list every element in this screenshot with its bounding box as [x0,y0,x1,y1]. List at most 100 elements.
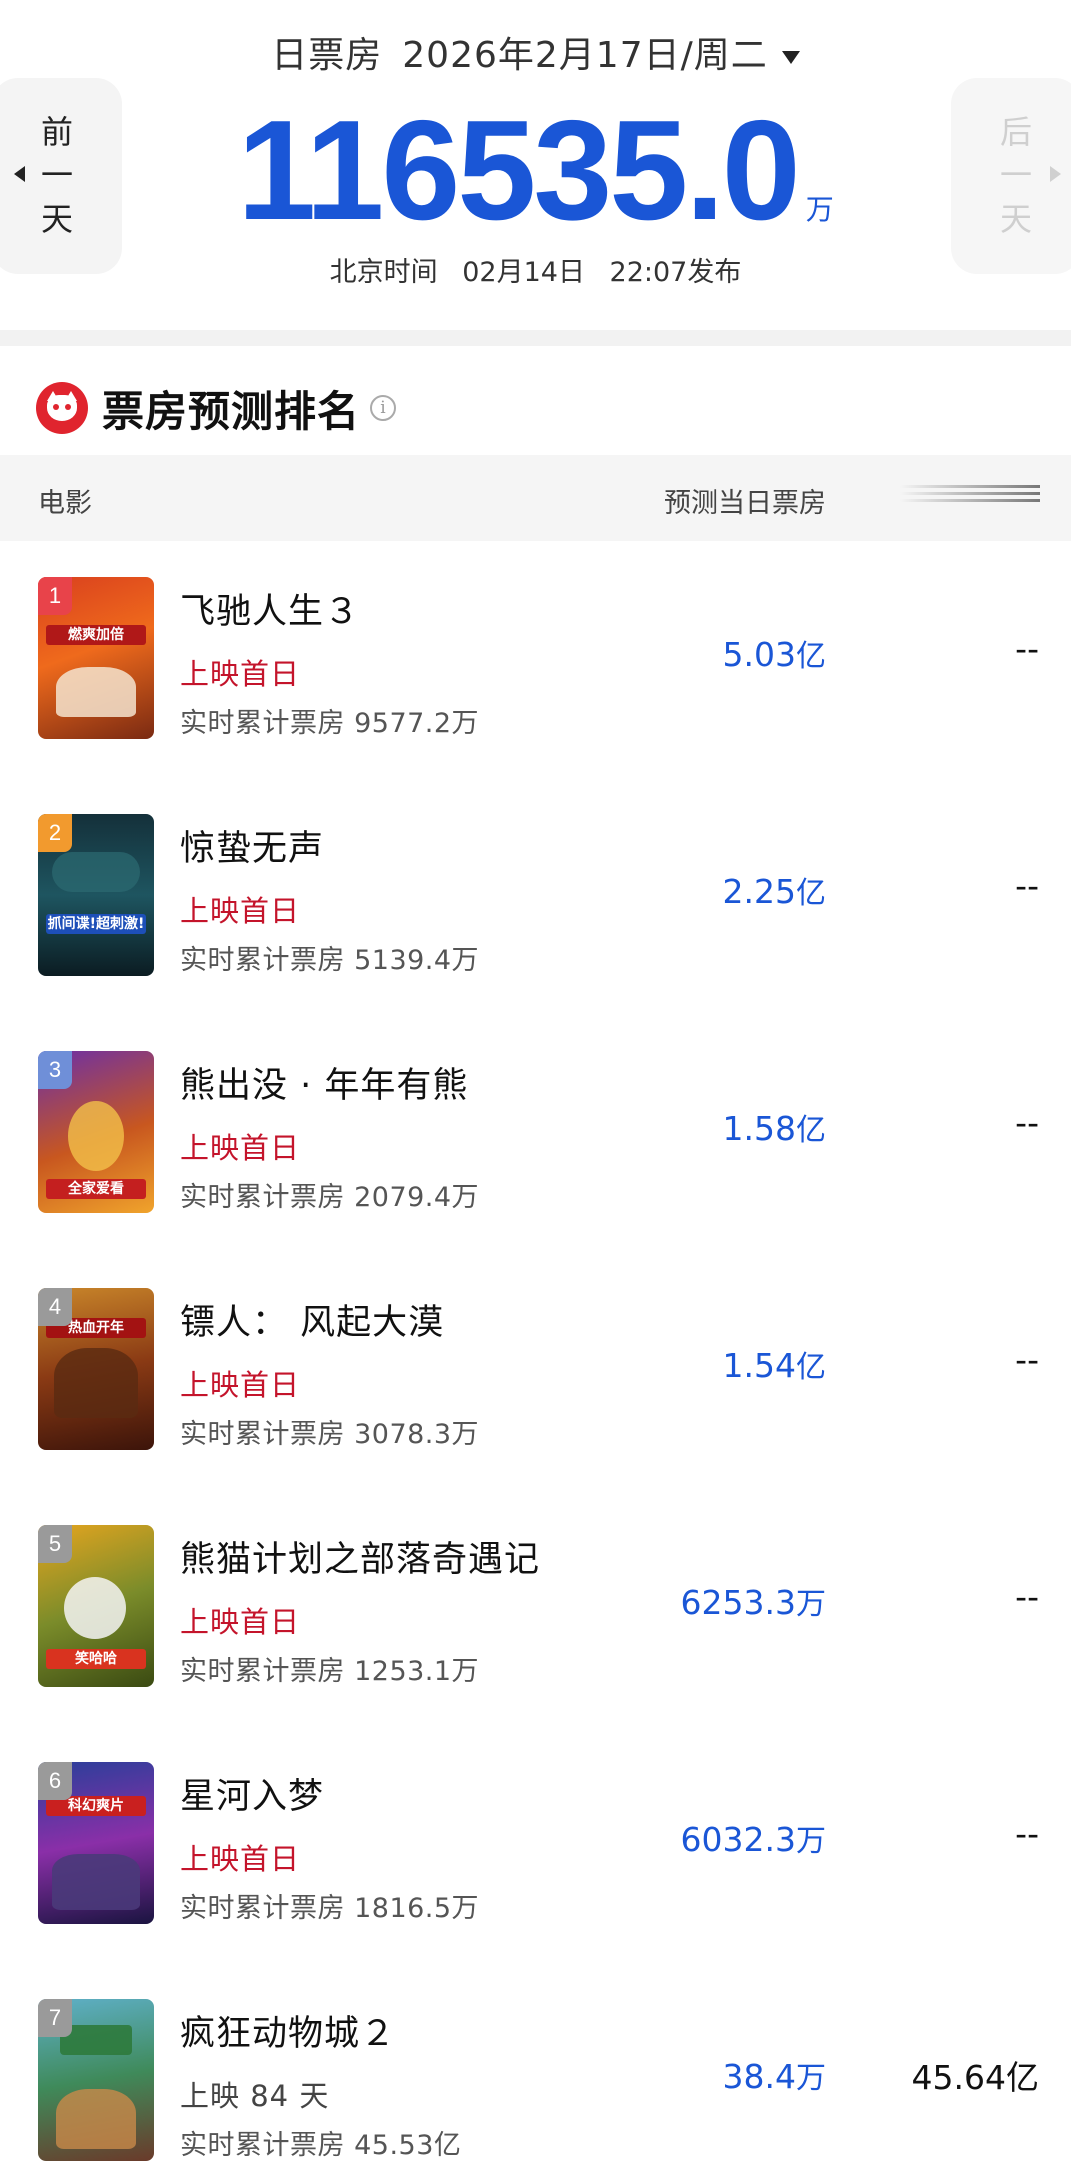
poster-caption: 抓间谍!超刺激! [46,914,146,934]
next-day-char: 天 [999,199,1032,238]
cumulative-box-office: 实时累计票房 2079.4万 [180,1182,480,1213]
forecast-number: 5.03 [722,635,796,674]
next-day-char: 一 [999,156,1032,195]
table-header: 电影 预测当日票房 [0,455,1071,541]
movie-title[interactable]: 飞驰人生３ [180,583,360,634]
section-title-text: 票房预测排名 [102,386,361,436]
movie-poster: 1 燃爽加倍 [38,577,154,739]
movie-row[interactable]: 2 抓间谍!超刺激! 惊蛰无声 上映首日 实时累计票房 5139.4万 2.25… [0,778,1071,1015]
info-icon[interactable]: i [370,395,397,421]
release-status: 上映首日 [180,1368,301,1402]
maoyan-cat-logo-icon [36,382,88,434]
poster-caption: 笑哈哈 [46,1649,146,1669]
forecast-value: 1.58亿 [723,1105,826,1149]
movie-poster: 7 [38,1999,154,2161]
extra-value: 45.64亿 [911,2058,1039,2097]
rank-badge: 5 [38,1525,72,1563]
movie-title[interactable]: 惊蛰无声 [180,820,324,871]
extra-value: -- [1015,1577,1039,1616]
forecast-value: 6032.3万 [681,1816,826,1860]
cumulative-box-office: 实时累计票房 5139.4万 [180,945,480,976]
column-blurred-icon [900,485,1040,513]
release-status: 上映 84 天 [180,2079,330,2113]
cumulative-box-office: 实时累计票房 9577.2万 [180,708,480,739]
release-status: 上映首日 [180,1605,301,1639]
forecast-value: 6253.3万 [681,1579,826,1623]
column-forecast: 预测当日票房 [664,488,826,519]
forecast-value: 1.54亿 [723,1342,826,1386]
movie-title[interactable]: 星河入梦 [180,1768,324,1819]
forecast-unit: 亿 [796,876,826,911]
forecast-value: 2.25亿 [723,868,826,912]
extra-value: -- [1015,866,1039,905]
rank-badge: 4 [38,1288,72,1326]
rank-badge: 7 [38,1999,72,2037]
movie-title[interactable]: 疯狂动物城２ [180,2005,396,2056]
forecast-value: 38.4万 [723,2053,826,2097]
forecast-ranking-title: 票房预测排名 i [36,378,397,438]
forecast-number: 6032.3 [680,1820,796,1859]
daily-box-office-label: 日票房 [271,35,383,76]
forecast-unit: 万 [796,1824,826,1859]
extra-value: -- [1015,1814,1039,1853]
selected-date[interactable]: 2026年2月17日/周二 [402,35,767,76]
movie-row[interactable]: 6 科幻爽片 星河入梦 上映首日 实时累计票房 1816.5万 6032.3万 … [0,1726,1071,1963]
movie-title[interactable]: 镖人： 风起大漠 [180,1294,444,1345]
column-movie: 电影 [38,488,92,519]
release-status: 上映首日 [180,1842,301,1876]
forecast-unit: 万 [796,1587,826,1622]
poster-caption: 全家爱看 [46,1179,146,1199]
publish-time: 北京时间 02月14日 22:07发布 [0,250,1071,289]
poster-caption: 燃爽加倍 [46,625,146,645]
total-box-office-unit: 万 [805,193,834,226]
forecast-number: 6253.3 [680,1583,796,1622]
movie-poster: 6 科幻爽片 [38,1762,154,1924]
movie-poster: 3 全家爱看 [38,1051,154,1213]
forecast-unit: 万 [796,2061,826,2096]
movie-row[interactable]: 7 疯狂动物城２ 上映 84 天 实时累计票房 45.53亿 38.4万 45.… [0,1963,1071,2171]
movie-title[interactable]: 熊猫计划之部落奇遇记 [180,1531,540,1582]
arrow-right-icon [1050,166,1061,182]
cumulative-box-office: 实时累计票房 45.53亿 [180,2130,462,2161]
forecast-number: 2.25 [722,872,796,911]
section-divider [0,330,1071,346]
extra-value: -- [1015,629,1039,668]
forecast-number: 38.4 [722,2057,796,2096]
daily-box-office-header: 日票房 2026年2月17日/周二 前 一 天 116535.0 万 后 一 天 北… [0,0,1071,330]
movie-row[interactable]: 5 笑哈哈 熊猫计划之部落奇遇记 上映首日 实时累计票房 1253.1万 625… [0,1489,1071,1726]
forecast-unit: 亿 [796,1113,826,1148]
release-status: 上映首日 [180,1131,301,1165]
total-box-office: 116535.0 万 [0,100,1071,242]
publish-clock: 22:07发布 [609,257,742,288]
rank-badge: 2 [38,814,72,852]
forecast-number: 1.58 [722,1109,796,1148]
forecast-number: 1.54 [722,1346,796,1385]
extra-value: -- [1015,1340,1039,1379]
movie-poster: 4 热血开年 [38,1288,154,1450]
cumulative-box-office: 实时累计票房 1816.5万 [180,1893,480,1924]
date-selector[interactable]: 日票房 2026年2月17日/周二 [0,26,1071,78]
rank-badge: 3 [38,1051,72,1089]
next-day-button[interactable]: 后 一 天 [951,78,1071,274]
caret-down-icon[interactable] [781,50,800,64]
movie-poster: 5 笑哈哈 [38,1525,154,1687]
rank-badge: 6 [38,1762,72,1800]
next-day-char: 后 [999,113,1032,152]
movie-poster: 2 抓间谍!超刺激! [38,814,154,976]
movie-row[interactable]: 1 燃爽加倍 飞驰人生３ 上映首日 实时累计票房 9577.2万 5.03亿 -… [0,541,1071,778]
total-box-office-value: 116535.0 [237,91,800,250]
publish-prefix: 北京时间 [329,257,438,288]
movie-title[interactable]: 熊出没 · 年年有熊 [180,1057,468,1108]
forecast-value: 5.03亿 [723,631,826,675]
extra-value: -- [1015,1103,1039,1142]
movie-list: 1 燃爽加倍 飞驰人生３ 上映首日 实时累计票房 9577.2万 5.03亿 -… [0,541,1071,2171]
forecast-unit: 亿 [796,1350,826,1385]
publish-date: 02月14日 [462,257,585,288]
movie-row[interactable]: 3 全家爱看 熊出没 · 年年有熊 上映首日 实时累计票房 2079.4万 1.… [0,1015,1071,1252]
release-status: 上映首日 [180,894,301,928]
rank-badge: 1 [38,577,72,615]
movie-row[interactable]: 4 热血开年 镖人： 风起大漠 上映首日 实时累计票房 3078.3万 1.54… [0,1252,1071,1489]
release-status: 上映首日 [180,657,301,691]
cumulative-box-office: 实时累计票房 3078.3万 [180,1419,480,1450]
forecast-unit: 亿 [796,639,826,674]
